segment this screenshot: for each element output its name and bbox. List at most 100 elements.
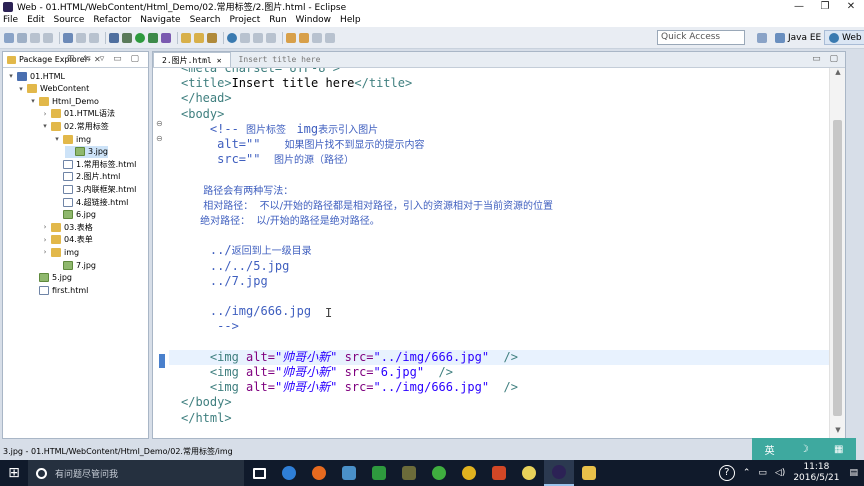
app-icon[interactable] xyxy=(364,460,394,486)
menu-refactor[interactable]: Refactor xyxy=(93,15,131,25)
scroll-up-icon[interactable]: ▲ xyxy=(830,68,846,80)
open-perspective-button[interactable] xyxy=(757,30,770,45)
tree-item[interactable]: 1.常用标签.html xyxy=(53,158,136,170)
tree-item[interactable]: first.html xyxy=(29,284,88,296)
expanded-chevron-icon[interactable]: ▾ xyxy=(17,85,25,93)
menu-navigate[interactable]: Navigate xyxy=(140,15,180,25)
back-icon[interactable] xyxy=(286,32,296,43)
print-icon[interactable] xyxy=(43,32,53,43)
forward-icon[interactable] xyxy=(299,32,309,43)
search-icon[interactable] xyxy=(240,32,250,43)
menu-help[interactable]: Help xyxy=(340,15,361,25)
firefox-icon[interactable] xyxy=(304,460,334,486)
tab-2-tupian-html[interactable]: 2.图片.html ✕ xyxy=(153,52,231,67)
save-all-icon[interactable] xyxy=(30,32,40,43)
next-annotation-icon[interactable] xyxy=(266,32,276,43)
menu-run[interactable]: Run xyxy=(269,15,286,25)
tab-insert-title-here[interactable]: Insert title here xyxy=(231,52,329,67)
tree-item[interactable]: ▾ img xyxy=(53,133,91,145)
tree-item[interactable]: › img xyxy=(41,246,79,258)
tray-chevron-icon[interactable]: ⌃ xyxy=(743,468,751,478)
menu-file[interactable]: File xyxy=(3,15,18,25)
app-icon[interactable] xyxy=(514,460,544,486)
app-icon[interactable] xyxy=(334,460,364,486)
last-edit-icon[interactable] xyxy=(312,32,322,43)
tree-item[interactable]: ▾ Html_Demo xyxy=(29,95,99,107)
tree-item[interactable]: › 03.表格 xyxy=(41,221,93,233)
tree-item[interactable]: › 01.HTML语法 xyxy=(41,108,115,120)
file-explorer-icon[interactable] xyxy=(574,460,604,486)
ime-language[interactable]: 英 xyxy=(765,442,775,457)
perspective-javaee[interactable]: Java EE xyxy=(775,30,821,45)
tree-item[interactable]: 7.jpg xyxy=(53,259,96,271)
volume-icon[interactable]: ◁) xyxy=(775,468,785,478)
taskbar-clock[interactable]: 11:18 2016/5/21 xyxy=(793,462,839,484)
build-icon[interactable] xyxy=(76,32,86,43)
editor-vertical-scrollbar[interactable]: ▲ ▼ xyxy=(829,68,845,438)
server-icon[interactable] xyxy=(63,32,73,43)
tool-icon[interactable] xyxy=(109,32,119,43)
run-dropdown-icon[interactable] xyxy=(148,32,158,43)
task-view-icon[interactable] xyxy=(244,460,274,486)
expanded-chevron-icon[interactable]: ▾ xyxy=(53,135,61,143)
collapsed-chevron-icon[interactable]: › xyxy=(41,236,49,244)
windows-start-icon[interactable]: ⊞ xyxy=(0,460,28,486)
close-button[interactable]: ✕ xyxy=(838,1,864,12)
powerpoint-icon[interactable] xyxy=(484,460,514,486)
fold-toggle-icon[interactable]: ⊖ xyxy=(156,135,164,143)
new-icon[interactable] xyxy=(4,32,14,43)
help-icon[interactable]: ? xyxy=(718,465,735,481)
menu-source[interactable]: Source xyxy=(54,15,85,25)
annotation-icon[interactable] xyxy=(253,32,263,43)
taskbar-search-box[interactable]: 有问题尽管问我 xyxy=(28,460,244,486)
app-icon[interactable] xyxy=(424,460,454,486)
tree-item[interactable]: 2.图片.html xyxy=(53,171,120,183)
menu-project[interactable]: Project xyxy=(229,15,260,25)
collapsed-chevron-icon[interactable]: › xyxy=(41,223,49,231)
collapsed-chevron-icon[interactable]: › xyxy=(41,110,49,118)
chrome-icon[interactable] xyxy=(454,460,484,486)
tree-item[interactable]: 5.jpg xyxy=(29,272,72,284)
tree-item[interactable]: 3.内联框架.html xyxy=(53,183,136,195)
package-explorer-tab[interactable]: Package Explorer ✕ ⊟ ⇆ ▿ ▭ ▢ xyxy=(3,52,148,68)
new-folder-icon[interactable] xyxy=(181,32,191,43)
tree-item[interactable]: ▾ 02.常用标签 xyxy=(41,120,109,132)
pen-icon[interactable] xyxy=(207,32,217,43)
fold-toggle-icon[interactable]: ⊖ xyxy=(156,120,164,128)
close-icon[interactable]: ✕ xyxy=(217,56,222,65)
ime-grid-icon[interactable]: ▦ xyxy=(834,444,843,455)
quick-access-input[interactable]: Quick Access xyxy=(657,30,745,45)
eclipse-taskbar-icon[interactable] xyxy=(544,460,574,486)
code-text-area[interactable]: <meta charset="UTF-8"> <title>Insert titl… xyxy=(169,68,829,438)
perspective-web[interactable]: Web xyxy=(824,30,864,45)
expanded-chevron-icon[interactable]: ▾ xyxy=(41,122,49,130)
pin-icon[interactable] xyxy=(325,32,335,43)
menu-search[interactable]: Search xyxy=(190,15,221,25)
app-icon[interactable] xyxy=(394,460,424,486)
run-icon[interactable] xyxy=(135,32,145,43)
open-type-icon[interactable] xyxy=(89,32,99,43)
maximize-button[interactable]: ❐ xyxy=(812,1,838,12)
scrollbar-thumb[interactable] xyxy=(833,120,842,416)
minimize-button[interactable]: — xyxy=(786,1,812,12)
notification-icon[interactable]: ▤ xyxy=(849,468,858,478)
tree-item[interactable]: 4.超链接.html xyxy=(53,196,128,208)
menu-window[interactable]: Window xyxy=(296,15,332,25)
network-icon[interactable]: ▭ xyxy=(758,468,767,478)
tree-item[interactable]: 3.jpg xyxy=(65,145,109,158)
tree-item[interactable]: ▾ WebContent xyxy=(17,83,89,95)
globe-icon[interactable] xyxy=(227,32,237,43)
save-icon[interactable] xyxy=(17,32,27,43)
open-folder-icon[interactable] xyxy=(194,32,204,43)
debug-icon[interactable] xyxy=(122,32,132,43)
expanded-chevron-icon[interactable]: ▾ xyxy=(7,72,15,80)
collapsed-chevron-icon[interactable]: › xyxy=(41,248,49,256)
edge-icon[interactable] xyxy=(274,460,304,486)
minimize-maximize-icons[interactable]: ▭ ▢ xyxy=(812,54,841,64)
expanded-chevron-icon[interactable]: ▾ xyxy=(29,97,37,105)
scroll-down-icon[interactable]: ▼ xyxy=(830,426,846,438)
ime-toolbar[interactable]: 英 ☽ ▦ xyxy=(752,438,856,460)
coverage-icon[interactable] xyxy=(161,32,171,43)
tree-item[interactable]: › 04.表单 xyxy=(41,234,93,246)
moon-icon[interactable]: ☽ xyxy=(800,444,809,455)
